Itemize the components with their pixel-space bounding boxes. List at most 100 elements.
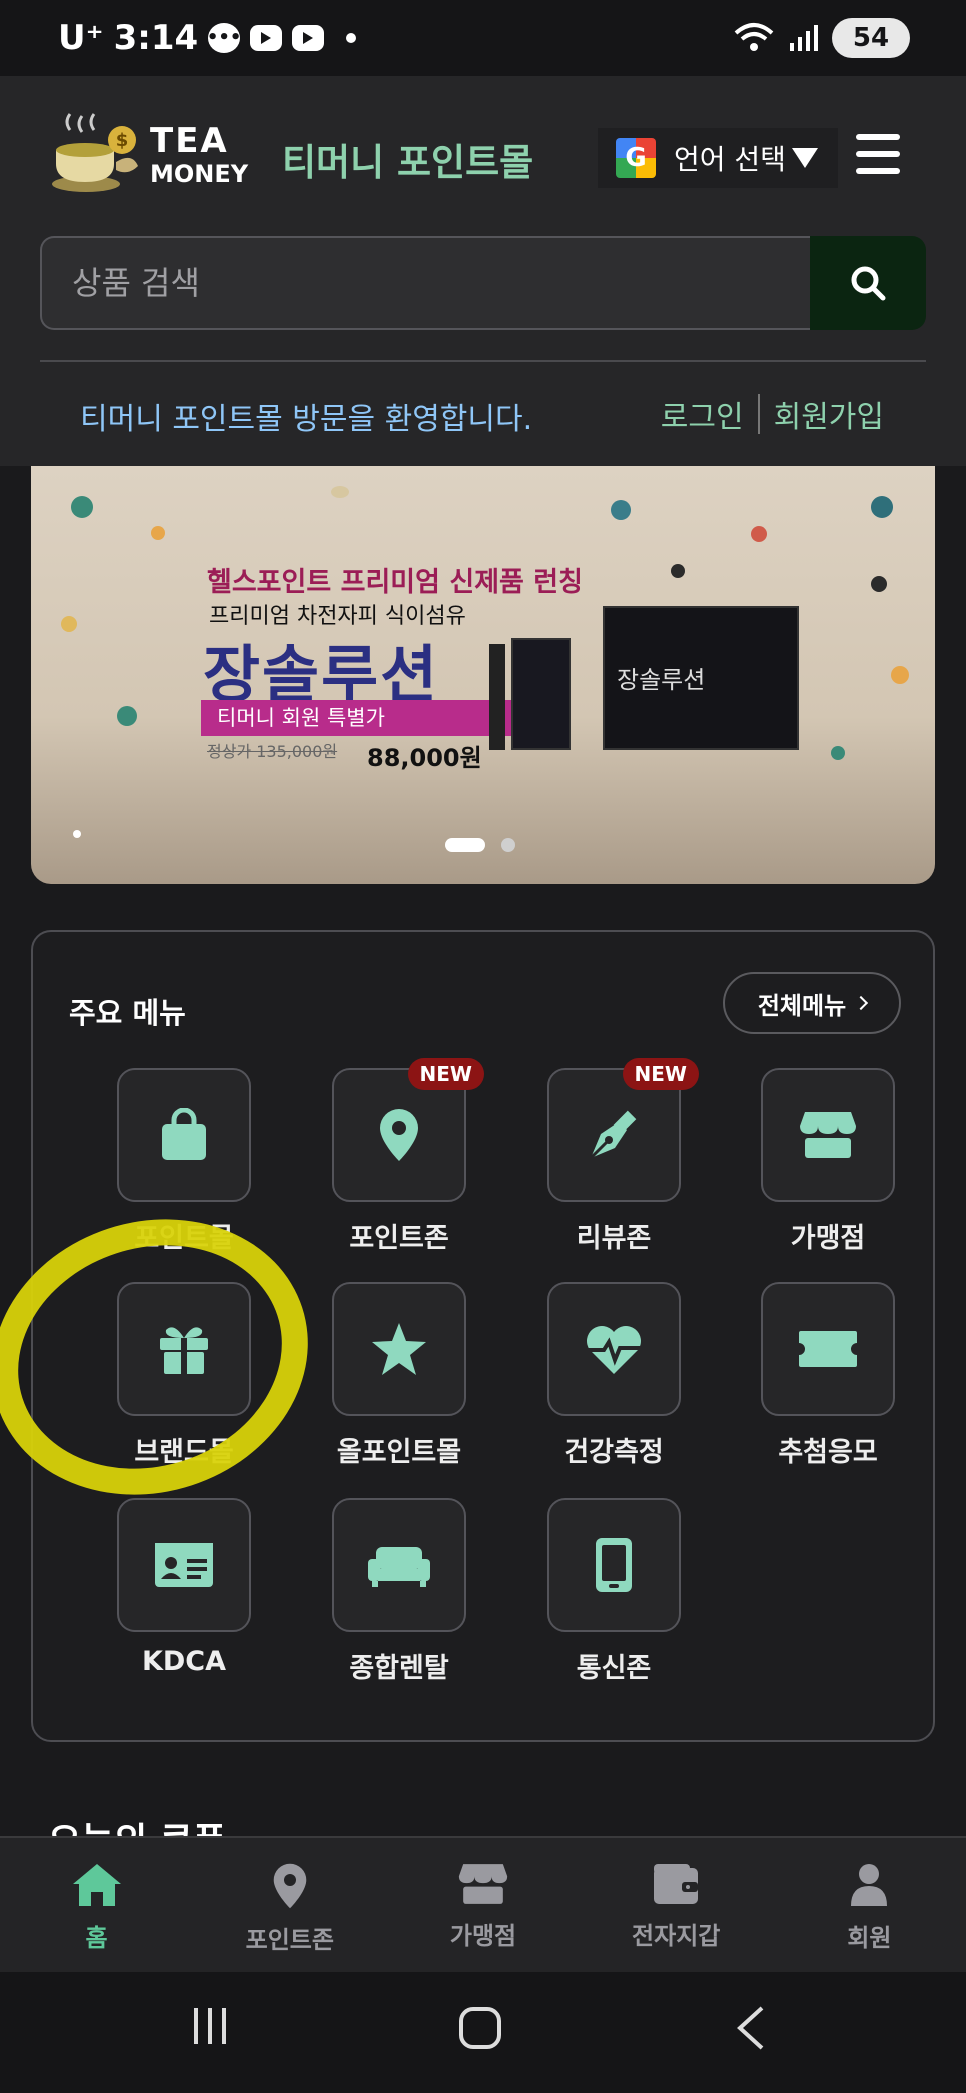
hamburger-menu-button[interactable] xyxy=(856,134,900,174)
store-icon xyxy=(800,1112,856,1158)
store-icon xyxy=(458,1864,508,1904)
nav-label: 가맹점 xyxy=(449,1922,517,1950)
svg-text:$: $ xyxy=(116,130,129,151)
youtube-icon xyxy=(292,25,325,51)
auth-links: 로그인 회원가입 xyxy=(661,392,884,436)
banner-marker-dot xyxy=(73,830,81,838)
confetti xyxy=(611,500,631,520)
banner-headline: 헬스포인트 프리미엄 신제품 런칭 xyxy=(207,567,583,598)
logo-line2: MONEY xyxy=(150,160,249,188)
search-icon xyxy=(851,266,886,301)
nav-label: 회원 xyxy=(847,1924,892,1952)
language-selector[interactable]: 언어 선택 xyxy=(598,128,838,188)
welcome-message: 티머니 포인트몰 방문을 환영합니다. xyxy=(80,402,533,437)
language-label: 언어 선택 xyxy=(674,143,786,176)
signup-link[interactable]: 회원가입 xyxy=(774,392,884,436)
status-left: U⁺ 3:14 ••• xyxy=(58,18,357,58)
star-icon xyxy=(372,1323,426,1375)
confetti xyxy=(331,486,349,498)
menu-item-health-check[interactable]: 건강측정 xyxy=(507,1282,721,1469)
confetti xyxy=(871,576,887,592)
map-pin-icon xyxy=(273,1863,307,1909)
promo-banner[interactable]: 헬스포인트 프리미엄 신제품 런칭 프리미엄 차전자피 식이섬유 장솔루션 티머… xyxy=(31,466,935,884)
confetti xyxy=(891,666,909,684)
chevron-right-icon xyxy=(854,995,869,1011)
new-badge: NEW xyxy=(622,1058,699,1090)
search-button[interactable] xyxy=(810,236,926,330)
mobile-phone-icon xyxy=(596,1538,632,1592)
menu-item-raffle[interactable]: 추첨응모 xyxy=(721,1282,935,1469)
recent-apps-icon[interactable] xyxy=(190,2006,230,2046)
nav-label: 홈 xyxy=(85,1924,108,1952)
menu-item-icon-box xyxy=(117,1068,251,1202)
menu-item-icon-box: NEW xyxy=(332,1058,484,1202)
menu-item-icon-box xyxy=(761,1068,895,1202)
menu-item-label: 종합렌탈 xyxy=(349,1653,449,1684)
nav-home[interactable]: 홈 xyxy=(0,1838,193,1972)
banner-sale-price: 88,000원 xyxy=(367,744,482,772)
tea-money-logo[interactable]: $ TEA MONEY xyxy=(50,110,248,200)
menu-item-review-zone[interactable]: NEW 리뷰존 xyxy=(507,1058,721,1255)
menu-item-icon-box xyxy=(547,1282,681,1416)
status-bar: U⁺ 3:14 ••• 54 xyxy=(0,0,966,76)
menu-item-point-zone[interactable]: NEW 포인트존 xyxy=(292,1058,506,1255)
nav-label: 포인트존 xyxy=(245,1926,334,1954)
menu-item-rental[interactable]: 종합렌탈 xyxy=(292,1498,506,1685)
confetti xyxy=(751,526,767,542)
menu-item-icon-box: NEW xyxy=(547,1058,699,1202)
banner-pagination xyxy=(445,838,515,852)
confetti xyxy=(117,706,137,726)
menu-item-affiliate-store[interactable]: 가맹점 xyxy=(721,1068,935,1255)
confetti xyxy=(671,564,685,578)
signal-icon xyxy=(790,25,818,51)
banner-member-price-label: 티머니 회원 특별가 xyxy=(201,700,511,736)
logo-line1: TEA xyxy=(150,121,229,161)
menu-item-telecom-zone[interactable]: 통신존 xyxy=(507,1498,721,1685)
message-icon: ••• xyxy=(207,23,241,53)
auth-separator xyxy=(757,394,760,434)
all-menu-button[interactable]: 전체메뉴 xyxy=(723,972,901,1034)
sofa-icon xyxy=(368,1547,430,1587)
google-translate-icon xyxy=(616,138,656,178)
map-pin-icon xyxy=(380,1109,418,1161)
search-input[interactable] xyxy=(40,236,810,330)
menu-item-label: 가맹점 xyxy=(790,1223,866,1254)
status-right: 54 xyxy=(734,18,910,58)
carrier-label: U⁺ xyxy=(58,18,104,58)
menu-item-label: 건강측정 xyxy=(564,1437,664,1468)
confetti xyxy=(871,496,893,518)
ticket-icon xyxy=(799,1331,857,1367)
menu-line xyxy=(856,134,900,140)
dropdown-arrow-icon xyxy=(791,148,818,168)
back-icon[interactable] xyxy=(736,2006,766,2050)
banner-original-price: 정상가 135,000원 xyxy=(207,742,338,761)
menu-item-label: KDCA xyxy=(141,1646,227,1677)
status-time: 3:14 xyxy=(113,18,199,58)
new-badge: NEW xyxy=(407,1058,484,1090)
nav-member[interactable]: 회원 xyxy=(773,1838,966,1972)
id-card-icon xyxy=(155,1543,213,1587)
menu-item-all-point-mall[interactable]: 올포인트몰 xyxy=(292,1282,506,1469)
menu-item-kdca[interactable]: KDCA xyxy=(77,1498,291,1677)
main-menu-title: 주요 메뉴 xyxy=(69,996,186,1030)
wifi-icon xyxy=(734,23,774,51)
nav-wallet[interactable]: 전자지갑 xyxy=(580,1838,773,1972)
youtube-icon xyxy=(250,25,283,51)
menu-line xyxy=(856,168,900,174)
mall-title[interactable]: 티머니 포인트몰 xyxy=(282,132,533,186)
nav-label: 전자지갑 xyxy=(632,1922,721,1950)
pagination-dot-active[interactable] xyxy=(445,838,485,852)
login-link[interactable]: 로그인 xyxy=(661,392,744,436)
nav-affiliate-store[interactable]: 가맹점 xyxy=(386,1838,579,1972)
nav-point-zone[interactable]: 포인트존 xyxy=(193,1838,386,1972)
pagination-dot[interactable] xyxy=(501,838,515,852)
menu-item-label: 포인트존 xyxy=(349,1223,449,1254)
home-button-icon[interactable] xyxy=(458,2006,502,2050)
menu-item-icon-box xyxy=(761,1282,895,1416)
confetti xyxy=(71,496,93,518)
product-box-label: 장솔루션 xyxy=(617,666,706,694)
confetti xyxy=(151,526,165,540)
battery-indicator: 54 xyxy=(832,18,910,58)
menu-item-icon-box xyxy=(547,1498,681,1632)
home-icon xyxy=(72,1864,121,1906)
